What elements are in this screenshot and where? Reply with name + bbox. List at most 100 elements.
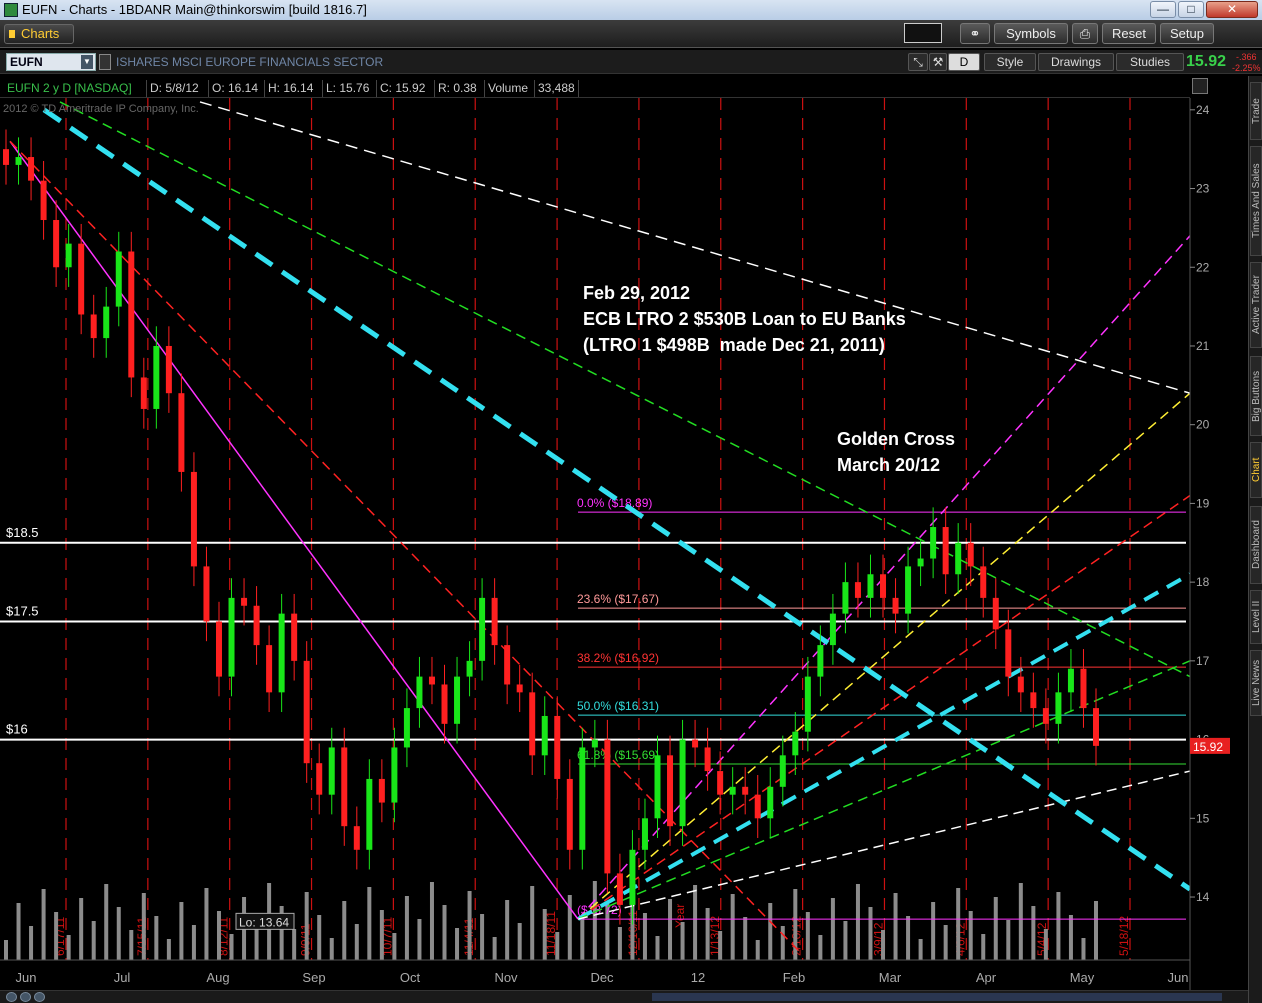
zoom-out-icon[interactable] (6, 992, 17, 1002)
candle-body (917, 558, 924, 567)
volume-bar (429, 882, 434, 960)
volume-bar (404, 896, 409, 960)
candle-body (905, 566, 912, 614)
drawings-button[interactable]: Drawings (1038, 53, 1114, 71)
volume-bar (868, 907, 873, 960)
minimize-button[interactable]: — (1150, 1, 1176, 18)
drawing-tool-icon[interactable]: ⤡ (908, 53, 928, 71)
volume-bar (379, 910, 384, 960)
volume-bar (843, 921, 848, 960)
window-title: EUFN - Charts - 1BDANR Main@thinkorswim … (22, 2, 367, 17)
grip-icon (9, 30, 15, 38)
y-tick-label: 15 (1196, 811, 1210, 825)
style-button[interactable]: Style (984, 53, 1036, 71)
zoom-fit-icon[interactable] (34, 992, 45, 1002)
side-tab-chart[interactable]: Chart (1250, 442, 1262, 498)
info-high: H: 16.14 (264, 80, 316, 97)
candle-body (441, 684, 448, 724)
candle-body (1030, 692, 1037, 709)
aggregation-select[interactable]: D (948, 53, 980, 71)
axes-layer: 1415161718192021222324JunJulAugSepOctNov… (0, 98, 1248, 990)
candle-body (428, 676, 435, 685)
volume-bar (530, 886, 535, 960)
x-tick-label: Oct (400, 970, 421, 985)
side-tab-dashboard[interactable]: Dashboard (1250, 506, 1262, 584)
setup-button[interactable]: Setup (1160, 23, 1214, 44)
volume-bar (66, 935, 71, 960)
candle-body (842, 582, 849, 614)
charts-window: EUFN - Charts - 1BDANR Main@thinkorswim … (0, 0, 1262, 1003)
x-tick-label: Aug (206, 970, 229, 985)
candle-body (416, 676, 423, 709)
symbol-lookup-icon[interactable] (99, 54, 111, 70)
volume-bar (179, 902, 184, 960)
reset-button[interactable]: Reset (1102, 23, 1156, 44)
volume-bar (680, 922, 685, 960)
golden-cross-annotation: Golden Cross March 20/12 (837, 426, 955, 478)
chart-scrollbar[interactable] (652, 993, 1222, 1001)
volume-bar (154, 916, 159, 960)
candle-body (15, 157, 22, 165)
volume-bar (492, 937, 497, 960)
link-icon[interactable]: ⚭ (960, 23, 990, 44)
x-tick-label: Jun (1168, 970, 1189, 985)
info-volume-label: Volume (484, 80, 531, 97)
tab-charts[interactable]: Charts (4, 24, 74, 44)
candle-body (178, 393, 185, 472)
volume-bar (4, 940, 8, 960)
support-level-label: $16 (6, 722, 28, 737)
close-button[interactable]: ✕ (1206, 1, 1258, 18)
zoom-in-icon[interactable] (20, 992, 31, 1002)
candle-body (140, 377, 147, 409)
candle-body (316, 763, 323, 795)
price-chart[interactable]: 6/17/117/15/118/12/119/9/1110/7/1111/4/1… (0, 98, 1248, 990)
current-price-label: 15.92 (1193, 740, 1223, 754)
candle-body (491, 597, 498, 646)
side-tab-active-trader[interactable]: Active Trader (1250, 262, 1262, 348)
fib-level-label: 50.0% ($16.31) (577, 699, 659, 713)
volume-bar (104, 884, 109, 960)
print-icon[interactable]: ⎙ (1072, 23, 1098, 44)
info-low: L: 15.76 (322, 80, 372, 97)
volume-bar (592, 881, 597, 960)
chevron-down-icon[interactable]: ▼ (81, 55, 93, 69)
volume-bar (730, 894, 735, 960)
side-tab-big-buttons[interactable]: Big Buttons (1250, 356, 1262, 436)
y-tick-label: 18 (1196, 575, 1210, 589)
candle-body (942, 527, 949, 575)
candle-body (115, 251, 122, 307)
x-tick-label: May (1070, 970, 1095, 985)
volume-bar (1081, 938, 1086, 960)
candle-body (153, 345, 160, 409)
volume-bar (191, 925, 196, 960)
volume-bar (705, 908, 710, 960)
candle-body (353, 826, 360, 850)
volume-bar (918, 939, 923, 960)
volume-bar (1018, 883, 1023, 960)
golden-line-1: Golden Cross (837, 429, 956, 449)
symbols-button[interactable]: Symbols (994, 23, 1068, 44)
candle-body (215, 621, 222, 677)
side-tab-level-ii[interactable]: Level II (1250, 590, 1262, 644)
side-tab-trade[interactable]: Trade (1250, 82, 1262, 140)
volume-bar (29, 926, 34, 960)
color-swatch-button[interactable] (904, 23, 942, 43)
studies-button[interactable]: Studies (1116, 53, 1184, 71)
volume-bar (166, 939, 171, 960)
volume-bar (129, 930, 134, 960)
maximize-button[interactable]: □ (1178, 1, 1204, 18)
volume-bar (881, 930, 886, 960)
candle-body (253, 605, 260, 646)
candle-body (854, 582, 861, 598)
candle-body (541, 715, 548, 756)
fib-level-label: 61.8% ($15.69) (577, 748, 659, 762)
side-tab-live-news[interactable]: Live News (1250, 650, 1262, 716)
expand-icon[interactable] (1192, 78, 1208, 94)
symbol-input[interactable]: EUFN ▼ (6, 53, 96, 71)
candle-body (779, 755, 786, 787)
x-tick-label: Dec (590, 970, 614, 985)
info-volume: 33,488 (534, 80, 579, 97)
volume-bar (41, 889, 46, 960)
wrench-icon[interactable]: ⚒ (929, 53, 947, 71)
side-tab-times-and-sales[interactable]: Times And Sales (1250, 146, 1262, 256)
